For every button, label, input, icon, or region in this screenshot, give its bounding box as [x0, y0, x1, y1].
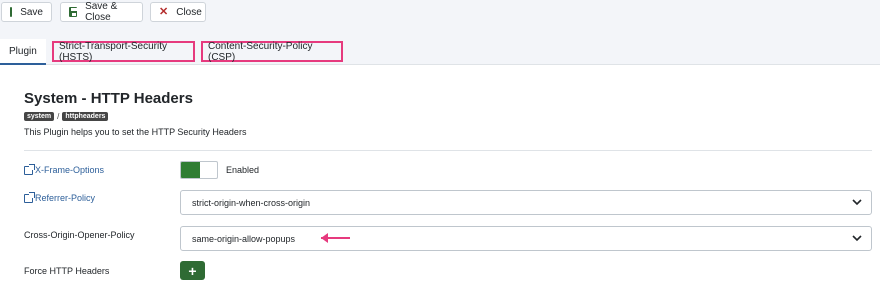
referrer-policy-label[interactable]: Referrer-Policy — [24, 191, 96, 203]
tab-plugin[interactable]: Plugin — [0, 39, 46, 65]
tab-hsts[interactable]: Strict-Transport-Security (HSTS) — [52, 40, 195, 63]
page-title: System - HTTP Headers — [24, 90, 193, 107]
breadcrumb-separator: / — [57, 112, 60, 121]
tab-bar: Plugin Strict-Transport-Security (HSTS) … — [0, 27, 880, 65]
coop-select[interactable]: same-origin-allow-popups — [180, 226, 872, 251]
chevron-down-icon — [843, 227, 871, 250]
save-icon — [69, 7, 78, 17]
plugin-description: This Plugin helps you to set the HTTP Se… — [24, 127, 247, 137]
tab-label: Strict-Transport-Security (HSTS) — [59, 40, 167, 63]
referrer-policy-value: strict-origin-when-cross-origin — [192, 197, 311, 208]
coop-value: same-origin-allow-popups — [192, 233, 296, 244]
pointer-arrow-icon — [321, 233, 350, 243]
breadcrumb-badge-system: system — [24, 112, 55, 121]
tab-label: Plugin — [9, 45, 37, 57]
save-icon — [10, 7, 19, 17]
external-link-icon — [24, 191, 35, 203]
chevron-down-icon — [843, 191, 871, 214]
coop-label: Cross-Origin-Opener-Policy — [24, 230, 135, 240]
referrer-policy-select[interactable]: strict-origin-when-cross-origin — [180, 190, 872, 215]
x-frame-options-label-text: X-Frame-Options — [35, 165, 105, 175]
tab-label: Content-Security-Policy (CSP) — [208, 40, 313, 63]
breadcrumb-badge-httpheaders: httpheaders — [62, 112, 109, 121]
x-frame-options-status: Enabled — [226, 165, 260, 175]
x-frame-options-toggle[interactable] — [180, 161, 218, 179]
referrer-policy-label-text: Referrer-Policy — [35, 193, 96, 203]
save-close-button[interactable]: Save & Close — [60, 1, 143, 23]
toolbar: Save Save & Close ✕ Close — [0, 0, 880, 27]
breadcrumb: system / httpheaders — [24, 112, 109, 121]
x-frame-options-label[interactable]: X-Frame-Options — [24, 163, 105, 175]
external-link-icon — [24, 163, 35, 175]
add-header-button[interactable]: + — [180, 261, 205, 280]
save-close-button-label: Save & Close — [85, 1, 118, 23]
close-icon: ✕ — [159, 6, 169, 18]
save-button-label: Save — [20, 6, 43, 18]
force-headers-label: Force HTTP Headers — [24, 266, 110, 276]
divider — [24, 150, 872, 151]
save-button[interactable]: Save — [1, 2, 52, 22]
plus-icon: + — [188, 262, 197, 279]
close-button[interactable]: ✕ Close — [150, 2, 206, 22]
toggle-on-indicator — [181, 162, 200, 178]
tab-csp[interactable]: Content-Security-Policy (CSP) — [201, 40, 343, 63]
close-button-label: Close — [176, 6, 202, 18]
